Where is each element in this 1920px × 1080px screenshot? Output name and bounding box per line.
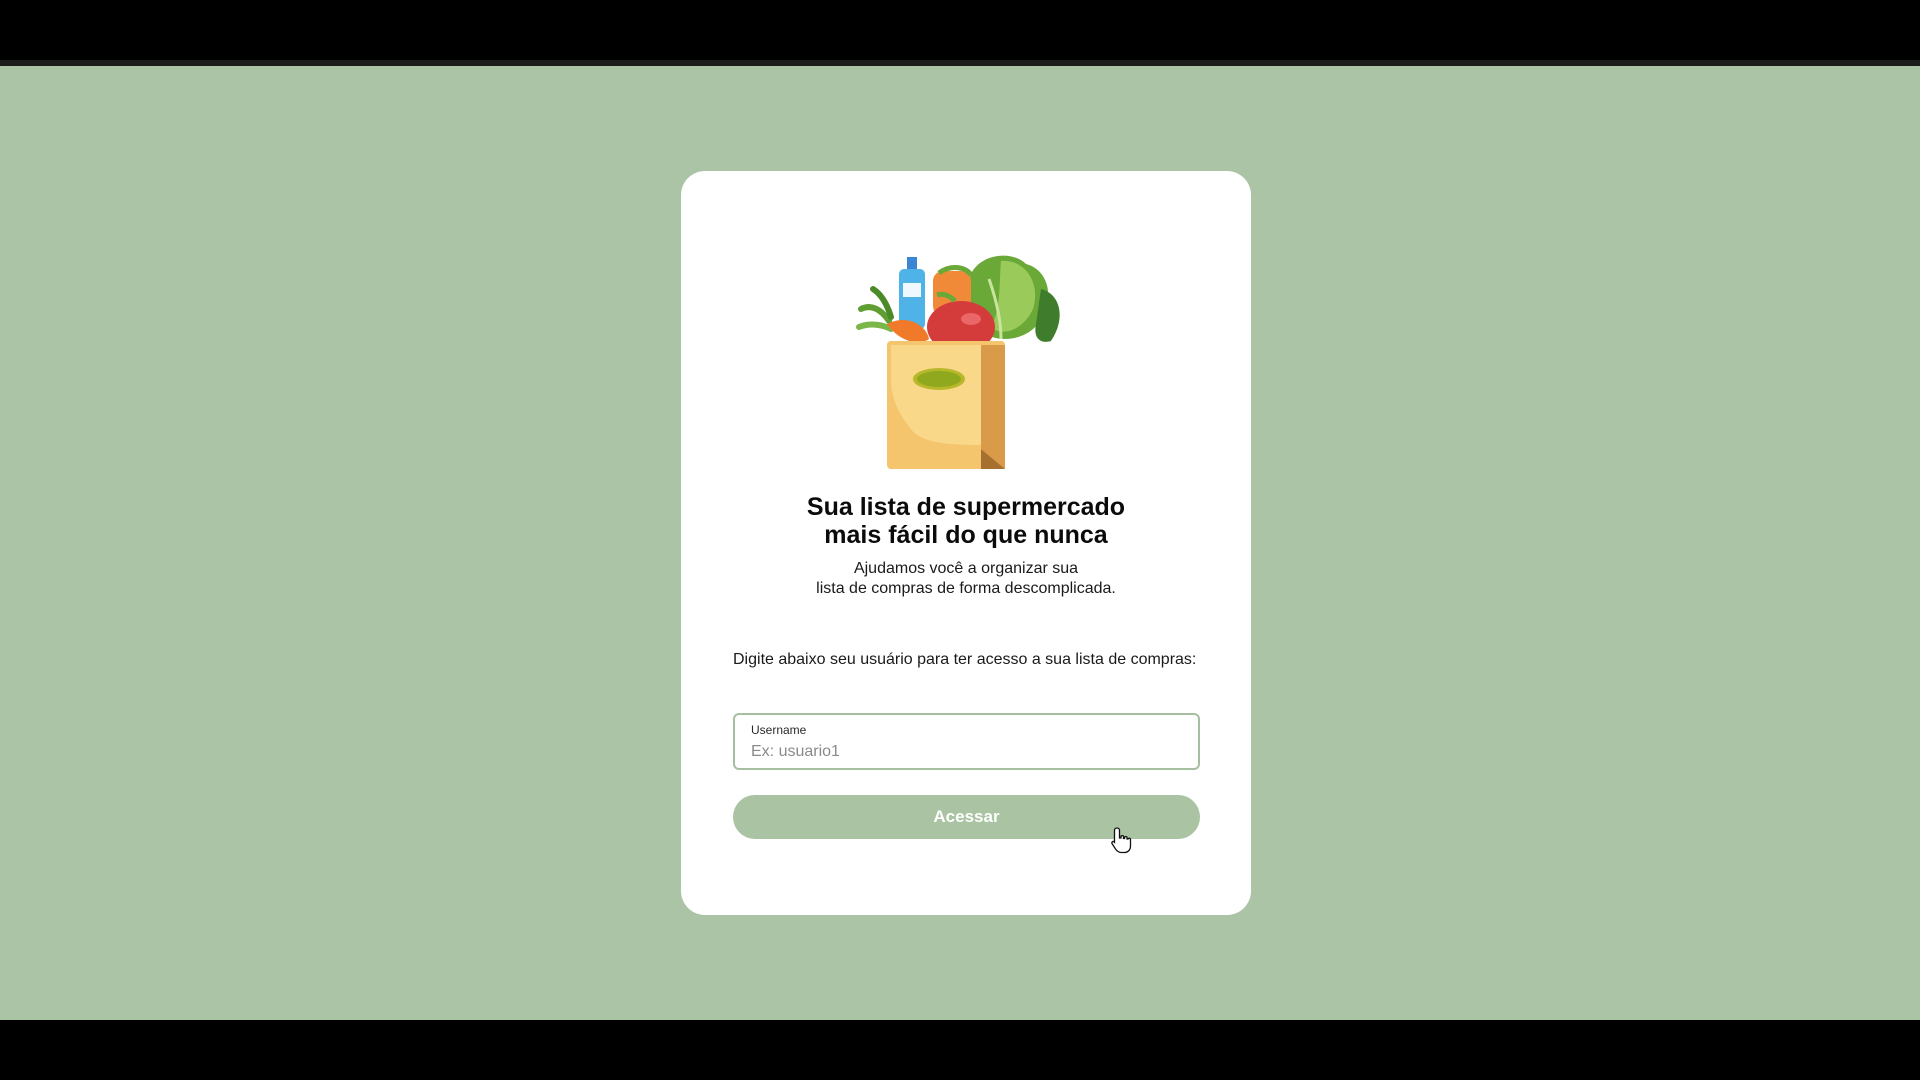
- login-card: Sua lista de supermercado mais fácil do …: [681, 171, 1251, 915]
- username-input[interactable]: [751, 741, 1181, 763]
- grocery-bag-icon: [851, 249, 1081, 474]
- hand-pointer-cursor-icon: [1110, 826, 1132, 854]
- bottom-letterbox-bar: [0, 1020, 1920, 1080]
- username-field[interactable]: Username: [733, 713, 1200, 770]
- page-title: Sua lista de supermercado mais fácil do …: [681, 493, 1251, 549]
- page-title-line-1: Sua lista de supermercado: [806, 493, 1126, 521]
- username-label: Username: [751, 723, 807, 737]
- top-letterbox-bar: [0, 0, 1920, 66]
- screen: Sua lista de supermercado mais fácil do …: [0, 0, 1920, 1080]
- page-subtitle-line-2: lista de compras de forma descomplicada.: [816, 580, 1116, 597]
- page-subtitle: Ajudamos você a organizar sua lista de c…: [681, 559, 1251, 599]
- page-subtitle-line-1: Ajudamos você a organizar sua: [853, 560, 1079, 577]
- login-instruction: Digite abaixo seu usuário para ter acess…: [733, 651, 1197, 668]
- page-title-line-2: mais fácil do que nunca: [824, 521, 1108, 549]
